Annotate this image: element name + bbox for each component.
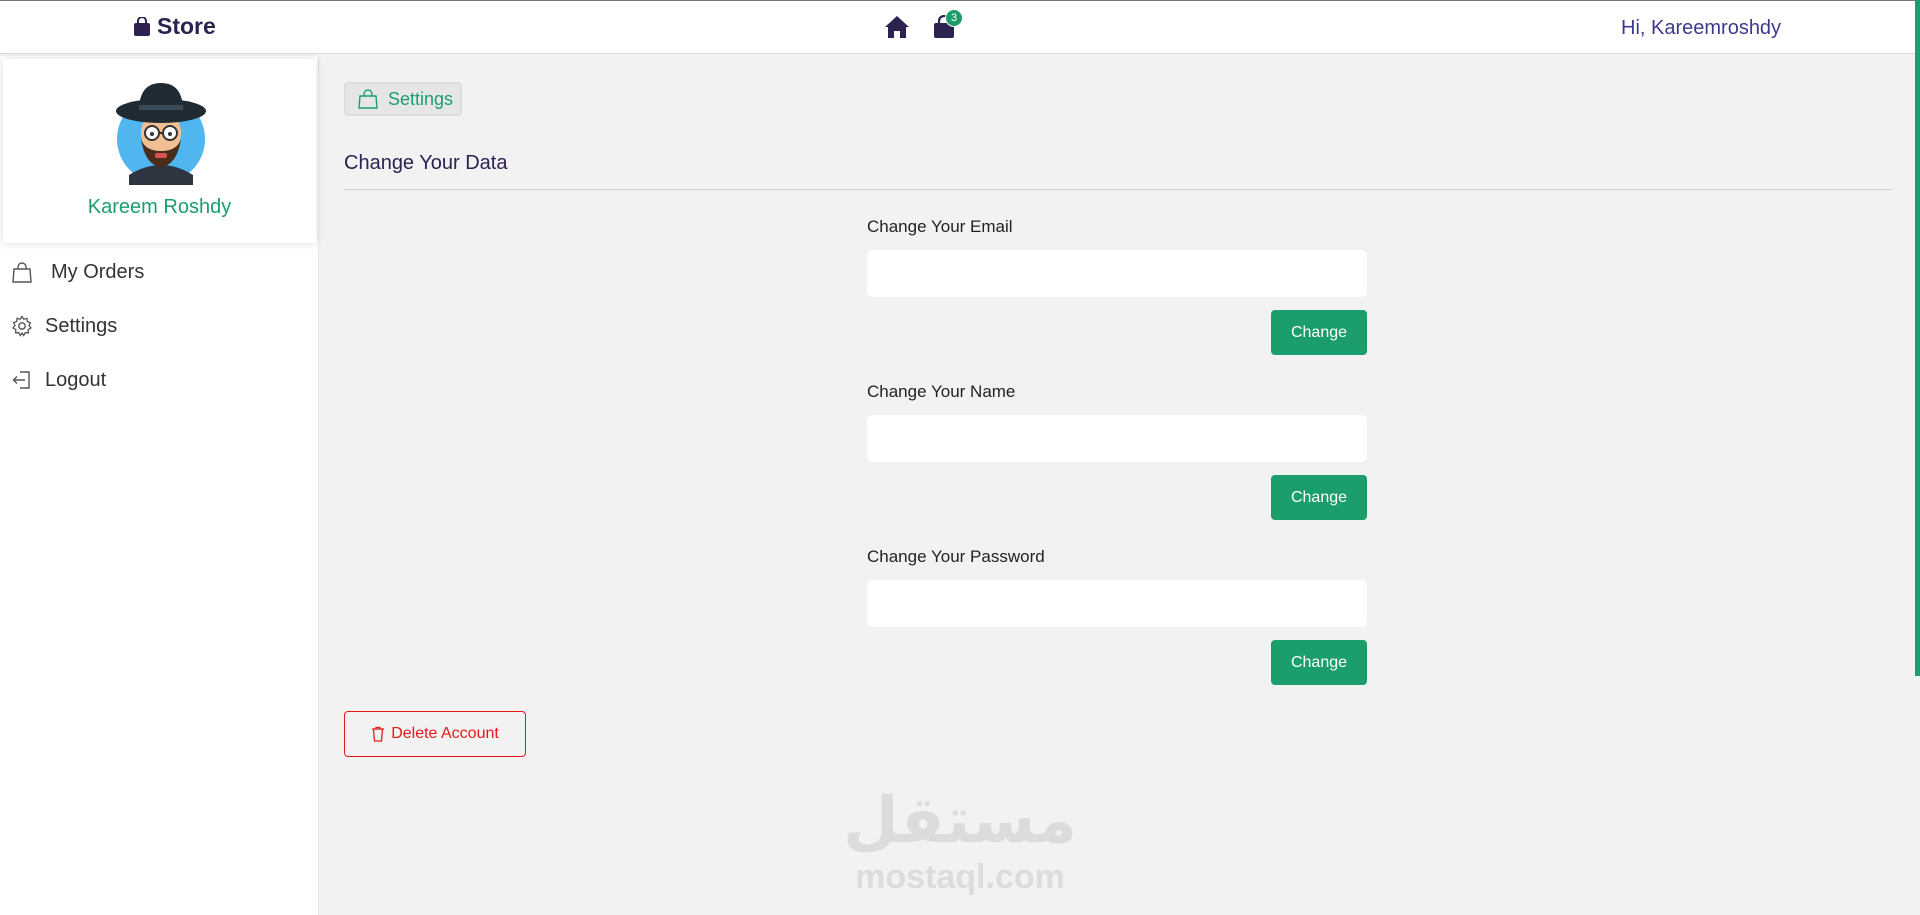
shopping-bag-icon (358, 89, 378, 109)
watermark-arabic: مستقل (843, 784, 1077, 858)
change-password-button[interactable]: Change (1271, 640, 1367, 685)
profile-card: Kareem Roshdy (3, 59, 316, 243)
sidebar-item-label: My Orders (51, 260, 145, 283)
delete-account-label: Delete Account (391, 725, 499, 742)
logout-icon (12, 371, 30, 389)
name-field[interactable] (867, 415, 1367, 462)
sidebar-item-label: Settings (45, 314, 118, 337)
sidebar-item-label: Logout (45, 368, 107, 391)
breadcrumb[interactable]: Settings (344, 82, 462, 116)
watermark-text: mostaql.com (855, 858, 1065, 896)
sidebar-item-settings[interactable]: Settings (0, 306, 319, 346)
user-greeting[interactable]: Hi, Kareemroshdy (1621, 17, 1781, 40)
email-label: Change Your Email (867, 217, 1013, 236)
home-icon[interactable] (884, 15, 910, 39)
change-email-button[interactable]: Change (1271, 310, 1367, 355)
sidebar-item-logout[interactable]: Logout (0, 360, 319, 400)
watermark-logo: مستقل (843, 784, 1077, 858)
shopping-bag-icon (134, 16, 150, 36)
brand-logo[interactable]: Store (133, 13, 216, 40)
divider (344, 189, 1892, 190)
gear-icon (12, 315, 32, 337)
avatar (116, 83, 206, 185)
password-field[interactable] (867, 580, 1367, 627)
breadcrumb-label: Settings (388, 88, 454, 109)
change-name-button[interactable]: Change (1271, 475, 1367, 520)
top-navbar: Store 3 Hi, Kareemroshdy (0, 0, 1916, 54)
sidebar-item-my-orders[interactable]: My Orders (0, 252, 319, 292)
email-field[interactable] (867, 250, 1367, 297)
scrollbar-thumb[interactable] (1915, 0, 1920, 676)
page-title: Change Your Data (344, 152, 508, 174)
name-label: Change Your Name (867, 382, 1016, 401)
shopping-bag-icon (12, 262, 32, 283)
sidebar: Kareem Roshdy My Orders Settings Logout (0, 56, 319, 915)
watermark: مستقل mostaql.com (840, 780, 1080, 900)
delete-account-button[interactable]: Delete Account (344, 711, 526, 757)
profile-name: Kareem Roshdy (87, 196, 232, 218)
password-label: Change Your Password (867, 547, 1045, 566)
brand-name: Store (157, 13, 216, 39)
cart-count-badge: 3 (945, 9, 963, 27)
trash-icon (372, 726, 385, 742)
